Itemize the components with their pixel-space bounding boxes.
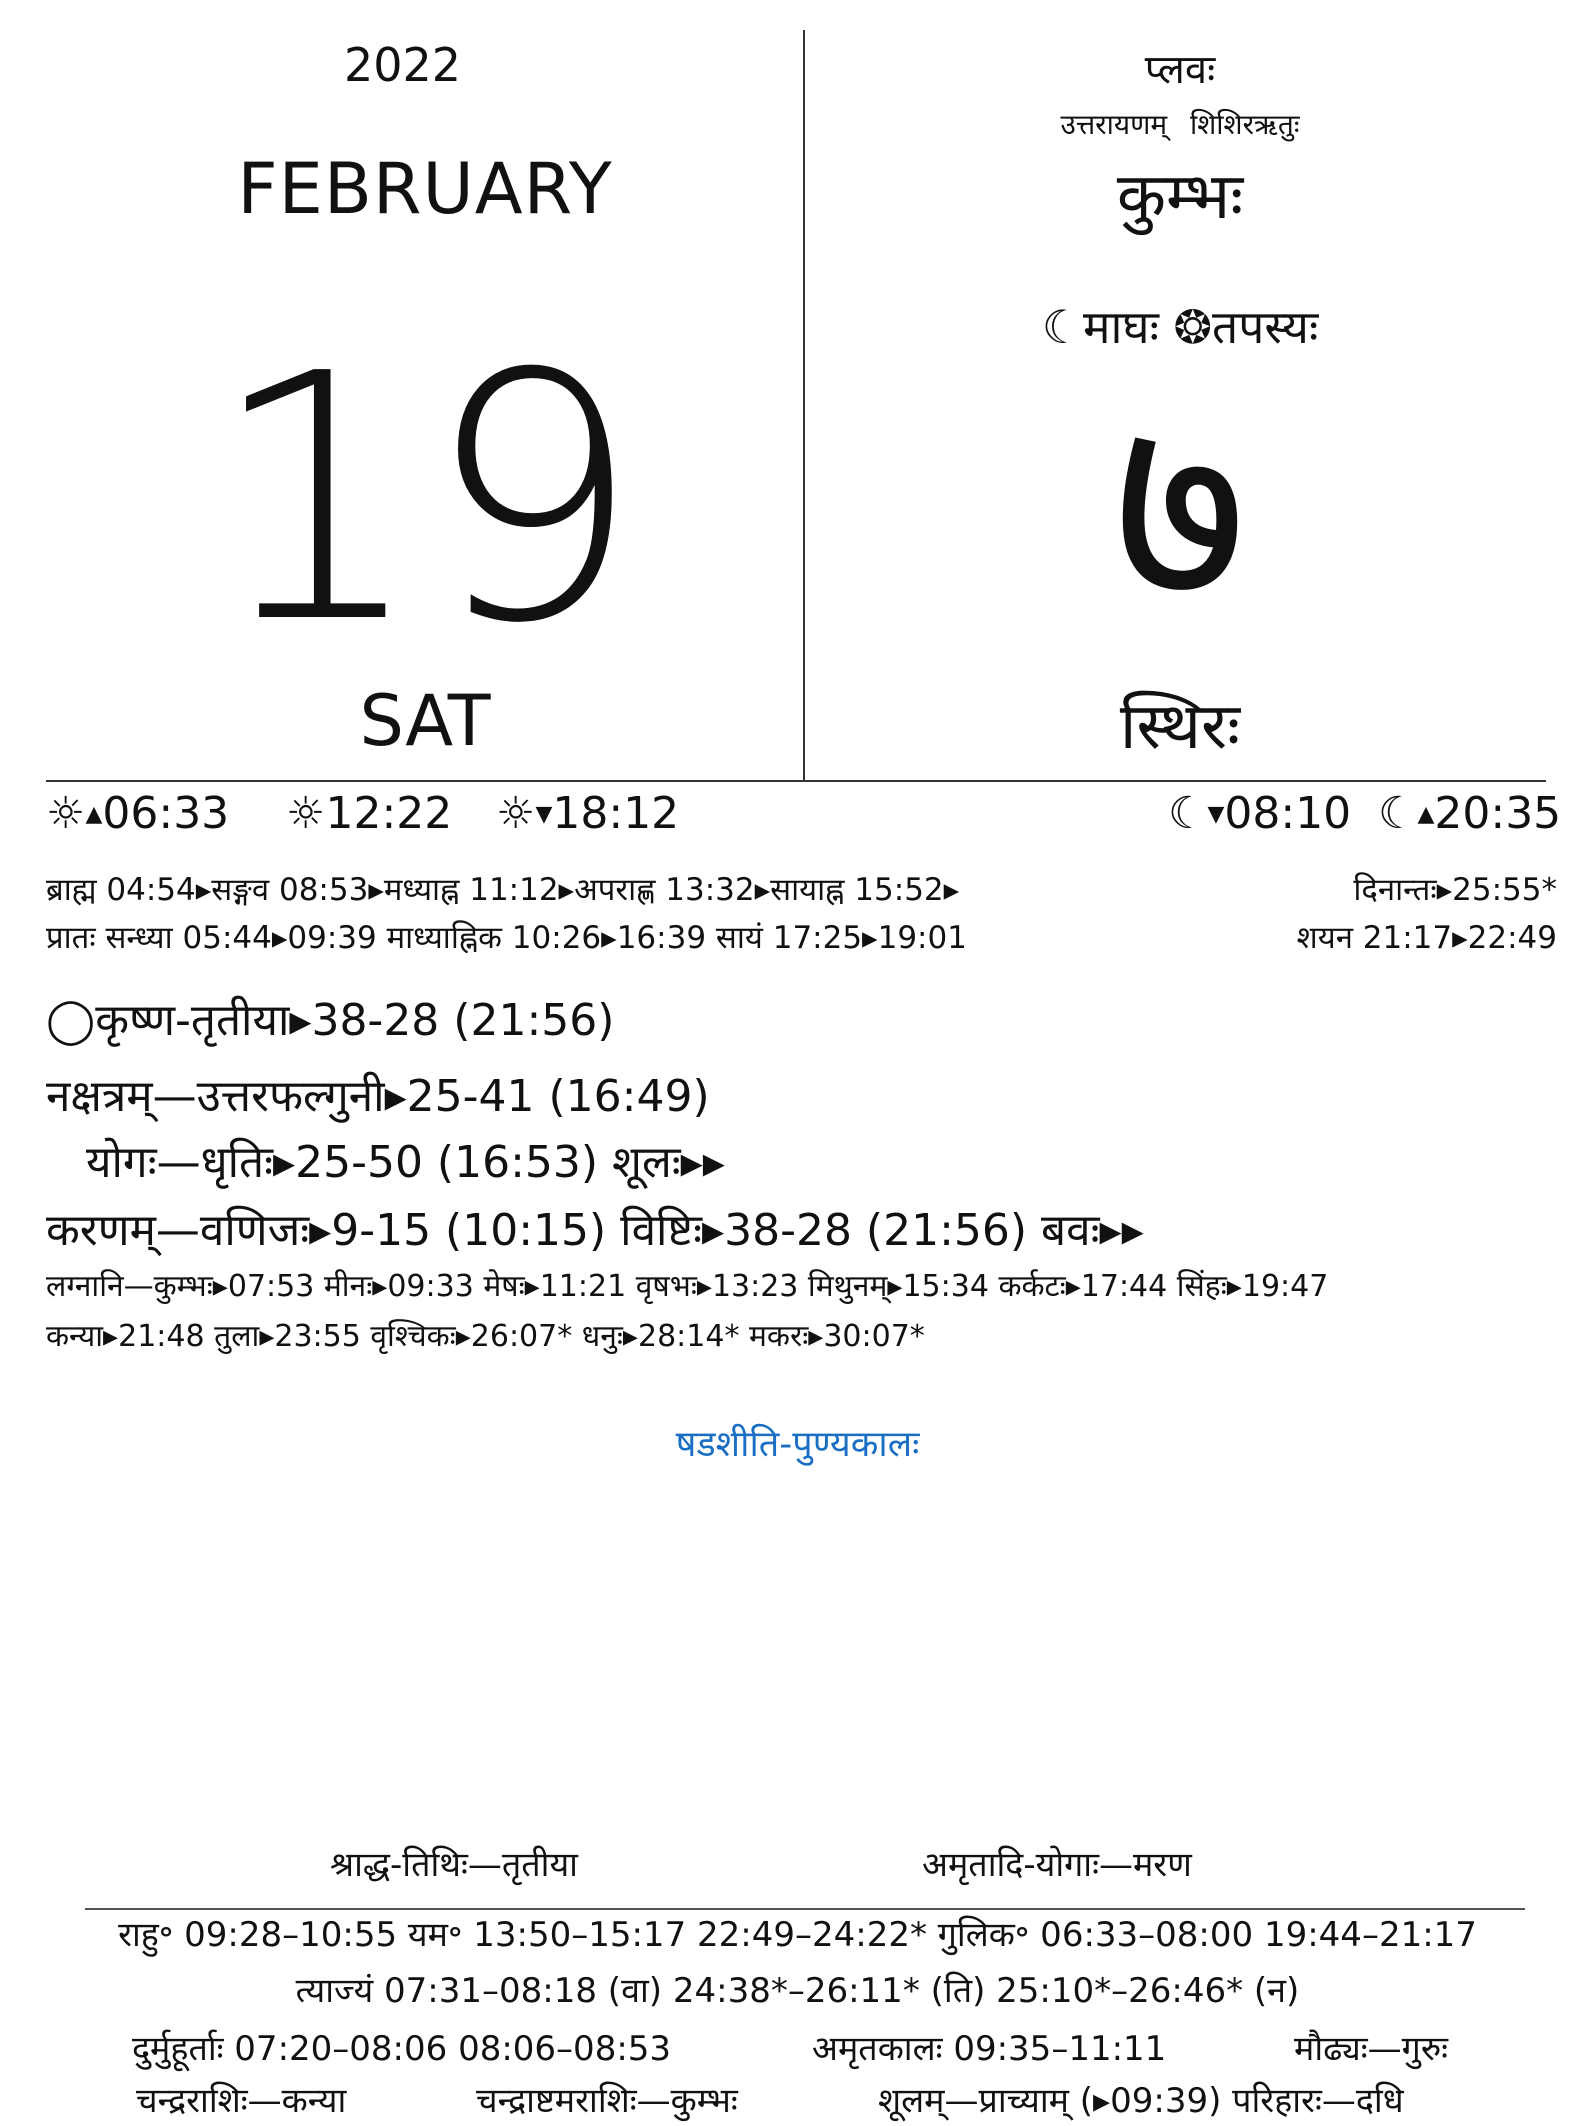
weekday: SAT — [359, 680, 491, 762]
lagna-line-2: कन्या▸21:48 तुला▸23:55 वृश्चिकः▸26:07* ध… — [46, 1319, 925, 1354]
karana-line: करणम्—वणिजः▸9-15 (10:15) विष्टिः▸38-28 (… — [46, 1205, 1144, 1256]
ayana-ritu: उत्तरायणम् शिशिरऋतुः — [1060, 108, 1300, 141]
amrutakala: अमृतकालः 09:35–11:11 — [812, 2029, 1167, 2069]
samvatsara: प्लवः — [1144, 47, 1216, 93]
sunrise-group: ☼▲06:33 — [46, 788, 229, 839]
sunset-group: ☼▼18:12 — [496, 788, 679, 839]
year: 2022 — [343, 38, 462, 92]
shraddha-tithi: श्राद्ध-तिथिः—तृतीया — [330, 1845, 578, 1885]
maudhya: मौढ्यः—गुरुः — [1294, 2029, 1449, 2069]
shayana: शयन 21:17▸22:49 — [1296, 920, 1557, 956]
sunrise-time: 06:33 — [102, 788, 230, 839]
amrutadi-yoga: अमृतादि-योगाः—मरण — [922, 1845, 1192, 1885]
noon-time: 12:22 — [325, 788, 453, 839]
vara: स्थिरः — [1119, 690, 1241, 764]
nakshatra-line: नक्षत्रम्—उत्तरफल्गुनी▸25-41 (16:49) — [46, 1071, 710, 1122]
masa: ☾माघः ❂तपस्यः — [1041, 300, 1319, 354]
moonrise-time: 20:35 — [1434, 788, 1562, 839]
special-event: षडशीति-पुण्यकालः — [675, 1424, 920, 1465]
chandra-rashi: चन्द्रराशिः—कन्या — [136, 2081, 347, 2121]
moonset-group: ☾▼08:10 — [1168, 788, 1351, 839]
day-divisions: ब्राह्म 04:54▸सङ्गव 08:53▸मध्याह्न 11:12… — [46, 872, 960, 908]
rahu-yama-gulika: राहु॰ 09:28–10:55 यम॰ 13:50–15:17 22:49–… — [118, 1915, 1477, 1955]
month: FEBRUARY — [237, 148, 613, 230]
shulam-pariharam: शूलम्—प्राच्याम् (▸09:39) परिहारः—दधि — [878, 2081, 1404, 2121]
moonrise-icon: ☾▲ — [1378, 788, 1435, 839]
sunset-time: 18:12 — [552, 788, 680, 839]
horizontal-divider — [46, 780, 1546, 782]
moonset-icon: ☾▼ — [1168, 788, 1225, 839]
sunrise-icon: ☼▲ — [46, 788, 103, 839]
tyajyam: त्याज्यं 07:31–08:18 (वा) 24:38*–26:11* … — [295, 1971, 1300, 2011]
durmuhurta: दुर्मुहूर्ताः 07:20–08:06 08:06–08:53 — [132, 2029, 672, 2069]
day-number: 19 — [208, 302, 642, 698]
sandhya-times: प्रातः सन्ध्या 05:44▸09:39 माध्याह्निक 1… — [46, 920, 967, 956]
tithi-line: ◯कृष्ण-तृतीया▸38-28 (21:56) — [46, 995, 615, 1046]
moonset-time: 08:10 — [1224, 788, 1352, 839]
moonrise-group: ☾▲20:35 — [1378, 788, 1561, 839]
noon-group: ☼12:22 — [286, 788, 452, 839]
sun-icon: ☼ — [286, 788, 326, 839]
chandrashtama-rashi: चन्द्राष्टमराशिः—कुम्भः — [476, 2081, 738, 2121]
yoga-line: योगः—धृतिः▸25-50 (16:53) शूलः▸▸ — [86, 1137, 725, 1188]
lagna-line-1: लग्नानि—कुम्भः▸07:53 मीनः▸09:33 मेषः▸11:… — [46, 1269, 1329, 1304]
solar-rashi: कुम्भः — [1116, 160, 1244, 234]
tithi-number: ७ — [1112, 359, 1248, 661]
sunset-icon: ☼▼ — [496, 788, 553, 839]
dinanta: दिनान्तः▸25:55* — [1353, 872, 1557, 908]
